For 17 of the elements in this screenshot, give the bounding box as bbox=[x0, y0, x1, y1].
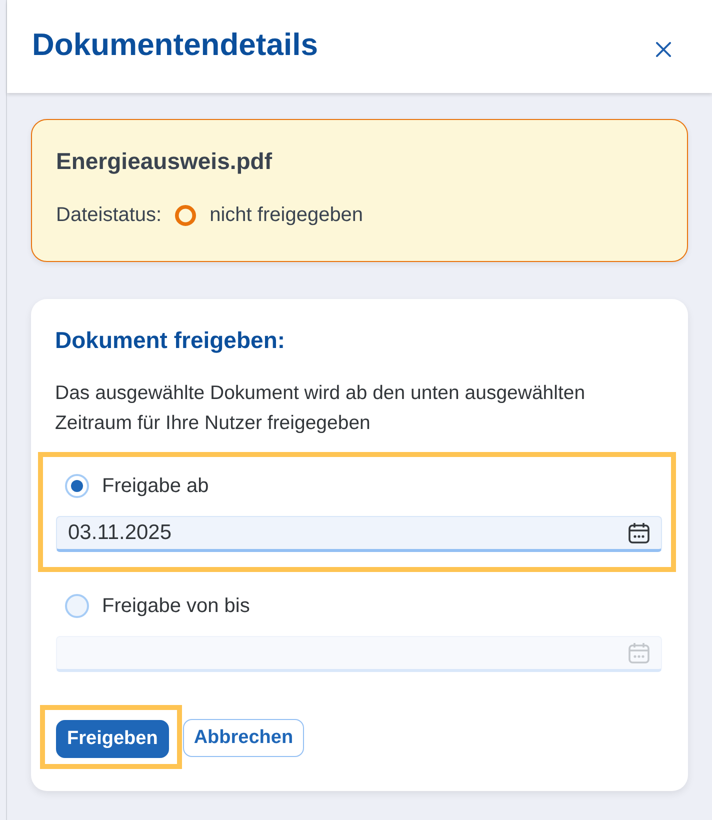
status-ring-icon bbox=[174, 204, 196, 226]
radio-button[interactable] bbox=[65, 474, 89, 498]
release-button[interactable]: Freigeben bbox=[56, 720, 169, 758]
calendar-icon[interactable] bbox=[628, 522, 650, 544]
option-label[interactable]: Freigabe von bis bbox=[102, 594, 250, 618]
close-icon bbox=[656, 42, 671, 57]
file-name: Energieausweis.pdf bbox=[56, 148, 274, 174]
date-field[interactable]: 03.11.2025 bbox=[56, 516, 662, 552]
description-text: Das ausgewählte Dokument wird ab den unten ausgewählten Zeitraum für Ihre Nutzer freigegeben bbox=[55, 381, 586, 436]
radio-button[interactable] bbox=[65, 594, 89, 618]
section-heading: Dokument freigeben: bbox=[55, 327, 286, 353]
panel-title: Dokumentendetails bbox=[32, 26, 318, 62]
close-button[interactable] bbox=[653, 39, 674, 60]
status-label: Dateistatus: bbox=[56, 203, 162, 228]
status-text: nicht freigegeben bbox=[210, 203, 364, 228]
cancel-button[interactable]: Abbrechen bbox=[182, 719, 304, 757]
option-label[interactable]: Freigabe ab bbox=[102, 474, 209, 498]
